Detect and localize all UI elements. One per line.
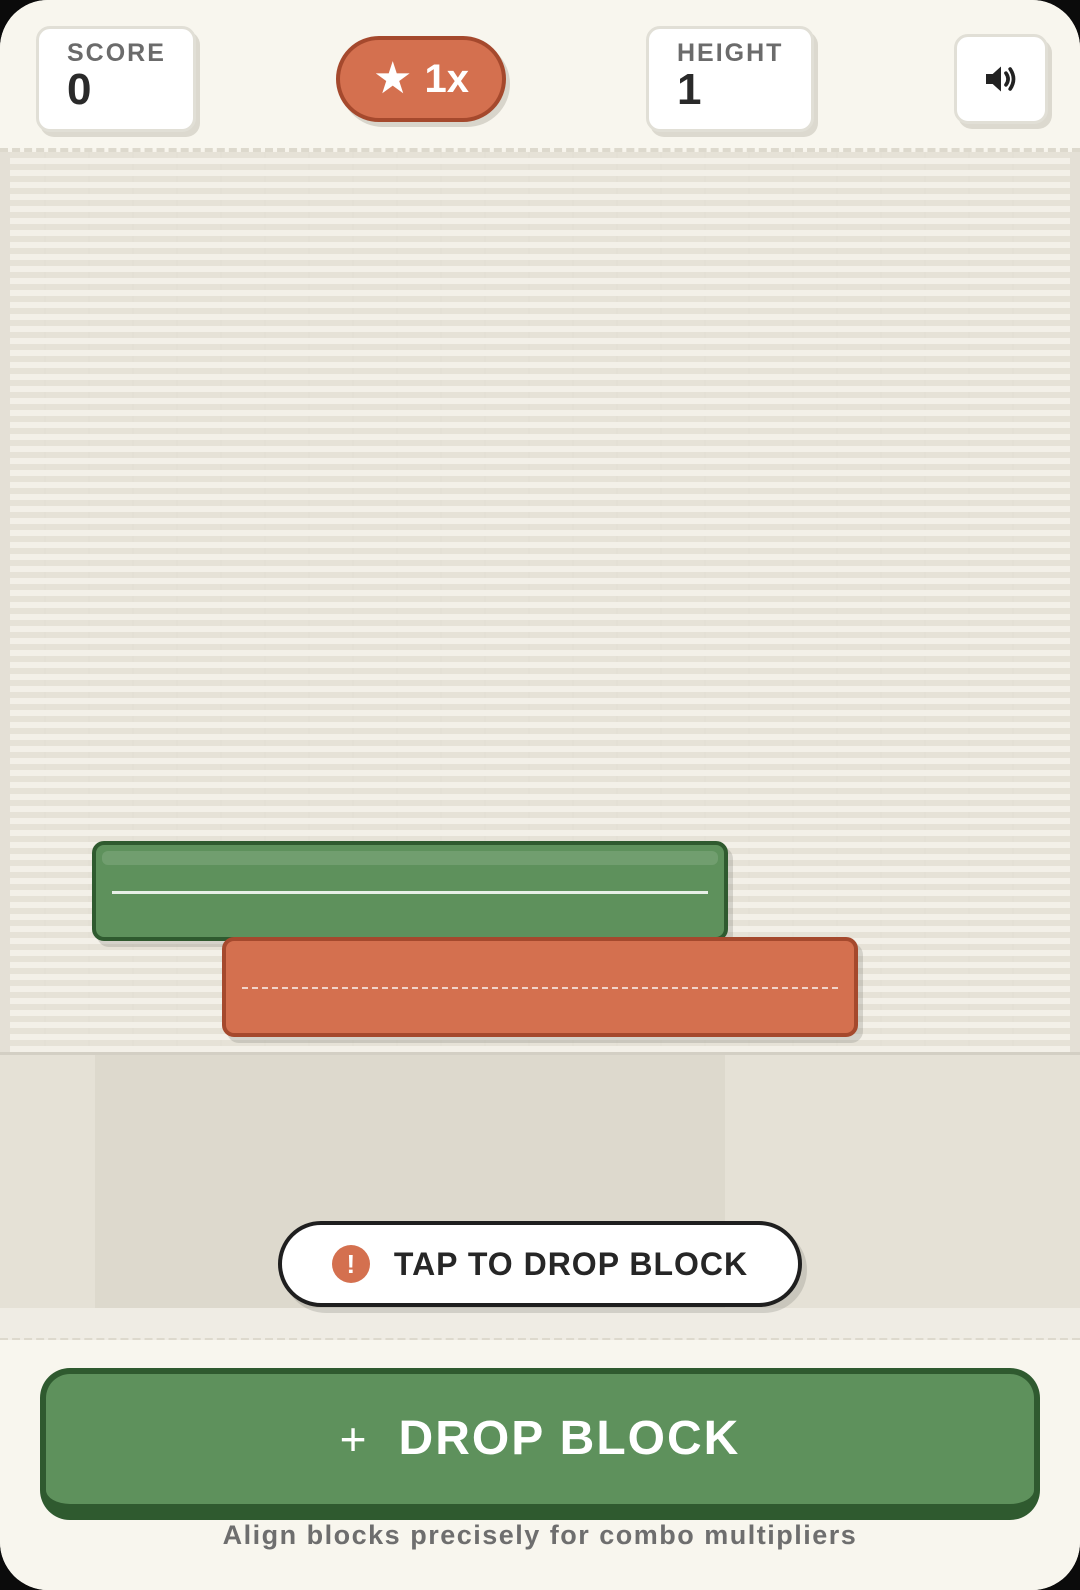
combo-multiplier-value: 1x bbox=[424, 57, 469, 101]
plus-icon: + bbox=[339, 1413, 367, 1465]
orange-block bbox=[222, 937, 858, 1037]
game-screen: SCORE 0 ★ 1x HEIGHT 1 ! TAP TO DROP BLOC… bbox=[0, 0, 1080, 1590]
height-value: 1 bbox=[677, 65, 702, 114]
lower-strip bbox=[0, 1308, 1080, 1340]
combo-multiplier-badge: ★ 1x bbox=[336, 36, 506, 122]
height-panel: HEIGHT 1 bbox=[646, 26, 814, 132]
field-edge-left bbox=[0, 152, 10, 1052]
score-panel: SCORE 0 bbox=[36, 26, 196, 132]
star-icon: ★ bbox=[373, 54, 413, 103]
sound-toggle-button[interactable] bbox=[954, 34, 1048, 124]
field-edge-right bbox=[1070, 152, 1080, 1052]
height-label: HEIGHT bbox=[677, 39, 784, 67]
header-bar: SCORE 0 ★ 1x HEIGHT 1 bbox=[0, 0, 1080, 150]
green-block bbox=[92, 841, 728, 941]
speaker-icon bbox=[986, 66, 1016, 92]
tagline-text: Align blocks precisely for combo multipl… bbox=[222, 1520, 858, 1550]
drop-block-button[interactable]: + DROP BLOCK bbox=[40, 1368, 1040, 1520]
hint-text: TAP TO DROP BLOCK bbox=[393, 1245, 749, 1282]
score-value: 0 bbox=[67, 65, 92, 114]
tap-to-drop-hint[interactable]: ! TAP TO DROP BLOCK bbox=[278, 1221, 802, 1307]
alert-icon: ! bbox=[331, 1245, 370, 1283]
score-label: SCORE bbox=[67, 39, 166, 67]
drop-block-label: DROP BLOCK bbox=[398, 1412, 741, 1465]
